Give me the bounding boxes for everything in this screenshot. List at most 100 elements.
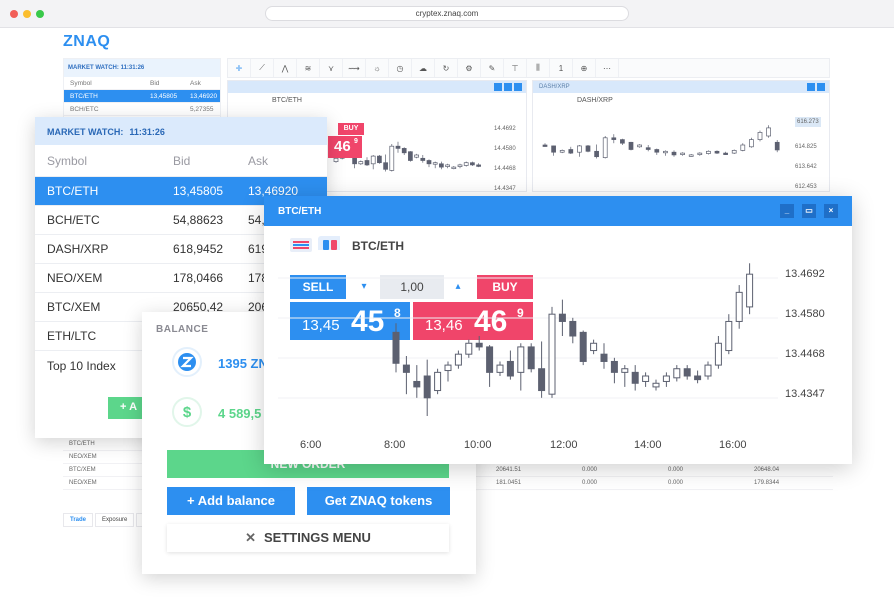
bg-mw-ask: 5,27355 bbox=[190, 105, 214, 113]
candle-body bbox=[434, 371, 442, 392]
bg-candle-body bbox=[637, 144, 642, 148]
bg-mw-symbol: BCH/ETC bbox=[70, 105, 99, 113]
candle-body bbox=[600, 353, 608, 362]
chart-window-titlebar[interactable]: BTC/ETH _ ▭ × bbox=[264, 196, 852, 226]
crosshair-icon[interactable]: ✛ bbox=[228, 59, 251, 77]
col-bid[interactable]: Bid bbox=[173, 154, 248, 168]
bg-left-buy[interactable]: BUY bbox=[338, 123, 364, 135]
y-tick-label: 13.4580 bbox=[785, 308, 825, 320]
bg-candle-body bbox=[463, 162, 469, 166]
candle-body bbox=[621, 368, 629, 373]
candle-body bbox=[694, 375, 702, 381]
stamp-icon[interactable]: ⊤ bbox=[504, 59, 527, 77]
candles-icon[interactable]: ⫼ bbox=[527, 59, 550, 77]
pen-icon[interactable]: ✎ bbox=[481, 59, 504, 77]
bg-left-axis: 14.4692 14.4580 14.4468 14.4347 bbox=[494, 119, 516, 199]
bg-candle-body bbox=[358, 161, 364, 165]
add-balance-button[interactable]: + Add balance bbox=[167, 487, 295, 515]
bg-chart-left-titlebar bbox=[228, 81, 526, 93]
chart-window-title: BTC/ETH bbox=[278, 206, 322, 217]
close-dot[interactable] bbox=[10, 10, 18, 18]
trend-tool-icon[interactable]: ⟿ bbox=[343, 59, 366, 77]
bg-candle-body bbox=[370, 155, 376, 165]
elliott-tool-icon[interactable]: ⋎ bbox=[320, 59, 343, 77]
refresh-icon[interactable]: ↻ bbox=[435, 59, 458, 77]
bg-col-bid: Bid bbox=[150, 79, 160, 87]
browser-chrome: cryptex.znaq.com bbox=[0, 0, 894, 28]
candle-body bbox=[704, 364, 712, 377]
minimize-icon[interactable] bbox=[807, 83, 815, 91]
maximize-icon[interactable] bbox=[504, 83, 512, 91]
bg-candle-body bbox=[688, 154, 694, 157]
bulb-icon[interactable]: ☼ bbox=[366, 59, 389, 77]
minimize-icon[interactable]: _ bbox=[780, 204, 794, 218]
fib-tool-icon[interactable]: ≋ bbox=[297, 59, 320, 77]
bg-row-symbol: BTC/ETH bbox=[69, 441, 95, 447]
maximize-icon[interactable]: ▭ bbox=[802, 204, 816, 218]
bg-chart-right-titlebar: DASH/XRP bbox=[533, 81, 829, 93]
address-bar[interactable]: cryptex.znaq.com bbox=[265, 6, 629, 21]
candle-body bbox=[454, 353, 462, 366]
close-icon[interactable]: × bbox=[824, 204, 838, 218]
candle-body bbox=[746, 273, 754, 308]
settings-icon[interactable]: ⚙ bbox=[458, 59, 481, 77]
x-tick-label: 8:00 bbox=[384, 439, 406, 451]
market-watch-time: 11:31:26 bbox=[129, 127, 165, 137]
bg-mw-title: MARKET WATCH: bbox=[68, 65, 119, 71]
cloud-icon[interactable]: ☁ bbox=[412, 59, 435, 77]
bg-candle-body bbox=[414, 154, 419, 158]
y-tick-label: 13.4468 bbox=[785, 348, 825, 360]
clock-icon[interactable]: ◷ bbox=[389, 59, 412, 77]
more-icon[interactable]: ⋯ bbox=[596, 59, 619, 77]
bg-candle-body bbox=[740, 144, 746, 151]
bg-candle-body bbox=[542, 144, 548, 147]
table-row[interactable]: 20641.51 0.000 0.000 20648.04 bbox=[476, 464, 832, 477]
pattern-tool-icon[interactable]: ⋀ bbox=[274, 59, 297, 77]
candle-body bbox=[610, 360, 618, 373]
bg-chart-right-title: DASH/XRP bbox=[539, 84, 570, 90]
bg-candle-body bbox=[559, 150, 565, 153]
tools-icon: ✕ bbox=[245, 530, 256, 545]
market-symbol: BCH/ETC bbox=[47, 213, 100, 227]
bg-row-symbol: NEO/XEM bbox=[69, 480, 97, 486]
minimize-icon[interactable] bbox=[494, 83, 502, 91]
close-icon[interactable] bbox=[817, 83, 825, 91]
zoom-icon[interactable]: ⊕ bbox=[573, 59, 596, 77]
bg-candle-body bbox=[620, 139, 625, 144]
bg-candle-body bbox=[401, 148, 407, 154]
settings-menu-label: SETTINGS MENU bbox=[264, 530, 371, 545]
bg-candle-body bbox=[577, 145, 582, 153]
tab-exposure[interactable]: Exposure bbox=[95, 513, 135, 527]
line-tool-icon[interactable]: ⟋ bbox=[251, 59, 274, 77]
candle-body bbox=[558, 313, 566, 322]
candlestick-chart[interactable] bbox=[278, 246, 778, 426]
bg-mw-row[interactable]: BCH/ETC 5,27355 bbox=[64, 103, 220, 116]
bg-left-price-box[interactable]: 46 9 bbox=[328, 136, 362, 158]
settings-menu-button[interactable]: ✕ SETTINGS MENU bbox=[167, 524, 449, 552]
market-bid: 54,88623 bbox=[173, 213, 224, 227]
col-ask[interactable]: Ask bbox=[248, 154, 318, 168]
bg-left-tick: 14.4580 bbox=[494, 146, 516, 152]
candle-body bbox=[631, 371, 639, 384]
close-icon[interactable] bbox=[514, 83, 522, 91]
bg-candle-body bbox=[395, 145, 401, 149]
bg-candle-body bbox=[451, 166, 457, 169]
bg-candle-body bbox=[766, 127, 771, 137]
tab-trade[interactable]: Trade bbox=[63, 513, 94, 527]
get-tokens-button[interactable]: Get ZNAQ tokens bbox=[307, 487, 450, 515]
candle-body bbox=[517, 346, 525, 373]
bg-candle-body bbox=[663, 150, 668, 154]
bg-mw-ask: 13,46920 bbox=[190, 92, 218, 100]
market-bid: 618,9452 bbox=[173, 242, 224, 256]
candle-body bbox=[725, 320, 733, 352]
interval-select[interactable]: 1 bbox=[550, 59, 573, 77]
table-row[interactable]: 181.0451 0.000 0.000 179.8344 bbox=[476, 477, 832, 490]
minimize-dot[interactable] bbox=[23, 10, 31, 18]
col-symbol[interactable]: Symbol bbox=[35, 154, 173, 168]
bg-mw-bid: 13,45805 bbox=[150, 92, 178, 100]
bg-mw-row[interactable]: BTC/ETH 13,45805 13,46920 bbox=[64, 90, 220, 103]
candle-body bbox=[579, 331, 587, 362]
bg-cell: 20641.51 bbox=[496, 467, 522, 473]
candle-body bbox=[465, 342, 473, 355]
maximize-dot[interactable] bbox=[36, 10, 44, 18]
